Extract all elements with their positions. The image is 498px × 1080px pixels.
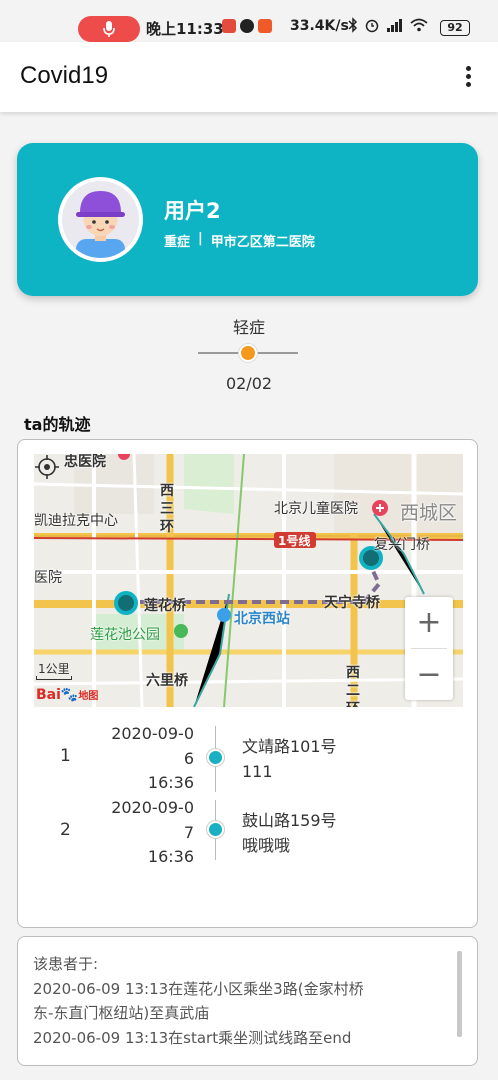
app-notification-icon [222, 19, 236, 33]
track-card: 忠医院 西三环 凯迪拉克中心 北京儿童医院 西城区 1号线 复兴门桥 医院 莲花… [17, 439, 478, 928]
avatar [58, 177, 143, 262]
map-label-lianhuaqiao: 莲花桥 [144, 598, 186, 614]
wifi-icon [410, 18, 428, 32]
map-label-west3ring: 西三环 [160, 483, 174, 535]
microphone-icon [103, 21, 115, 37]
app-title: Covid19 [20, 62, 109, 89]
qq-icon [240, 19, 254, 33]
map-label-hospital-left: 医院 [34, 570, 62, 586]
microphone-recording-indicator[interactable] [78, 16, 140, 42]
description-scrollbar[interactable] [457, 951, 462, 1037]
severity-label: 轻症 [232, 318, 265, 337]
app-bar: Covid19 [0, 42, 498, 112]
map-label-liuliqiao: 六里桥 [146, 673, 188, 689]
hospital-label: 甲市乙区第二医院 [210, 235, 315, 250]
patient-description-card[interactable]: 该患者于: 2020-06-09 13:13在莲花小区乘坐3路(金家村桥 东-东… [17, 936, 478, 1066]
status-notification-icons [222, 19, 272, 33]
signal-icon [387, 19, 402, 32]
video-app-icon [258, 19, 272, 33]
timeline-item[interactable]: 1 2020-09-0 6 16:36 文靖路101号 111 [34, 722, 464, 792]
overflow-menu-icon[interactable] [460, 66, 476, 90]
status-system-icons [348, 17, 428, 33]
map-label-xicheng: 西城区 [400, 502, 458, 524]
user-name: 用户2 [164, 199, 221, 223]
map-label-lianhuachi-park: 莲花池公园 [90, 627, 160, 643]
description-line: 该患者于: [33, 955, 99, 973]
map-label-fuxingmen: 复兴门桥 [374, 537, 430, 553]
map-scale-label: 1公里 [38, 662, 70, 676]
zoom-out-button[interactable]: − [405, 649, 453, 700]
severity-slider-thumb[interactable] [239, 344, 257, 362]
map-label-hospital-top: 忠医院 [64, 454, 106, 470]
timeline-place: 文靖路101号 111 [242, 737, 337, 781]
timeline-dot [207, 749, 224, 766]
timeline-index: 1 [60, 746, 71, 766]
timeline-time: 2020-09-0 6 16:36 [111, 724, 194, 792]
page-counter: 02/02 [225, 374, 273, 393]
map-view[interactable]: 忠医院 西三环 凯迪拉克中心 北京儿童医院 西城区 1号线 复兴门桥 医院 莲花… [34, 454, 463, 707]
locate-me-icon[interactable] [34, 454, 60, 480]
map-label-line1: 1号线 [278, 534, 311, 548]
timeline-time: 2020-09-0 7 16:36 [111, 798, 194, 866]
battery-indicator: 92 [440, 20, 470, 36]
network-speed: 33.4K/s [290, 18, 349, 34]
timeline-item[interactable]: 2 2020-09-0 7 16:36 鼓山路159号 哦哦哦 [34, 796, 464, 866]
description-line: 2020-06-09 13:13在start乘坐测试线路至end [33, 1028, 352, 1047]
zoom-in-button[interactable]: + [405, 597, 453, 648]
map-label-childrens-hospital: 北京儿童医院 [274, 501, 358, 517]
meta-separator: | [198, 231, 203, 246]
timeline-place: 鼓山路159号 哦哦哦 [242, 811, 337, 855]
description-line: 2020-06-09 13:13在莲花小区乘坐3路(金家村桥 [33, 979, 364, 998]
baidu-brand-text: Bai [36, 687, 61, 703]
baidu-map-logo: Bai🐾地图 [36, 687, 99, 703]
status-time: 晚上11:33 [146, 20, 224, 38]
condition-label: 重症 [164, 235, 191, 250]
alarm-icon [365, 19, 379, 33]
map-label-beijing-west-station: 北京西站 [234, 611, 290, 627]
patient-description: 该患者于: 2020-06-09 13:13在莲花小区乘坐3路(金家村桥 东-东… [33, 952, 453, 1050]
timeline-dot [207, 821, 224, 838]
user-meta: 重症 | 甲市乙区第二医院 [164, 231, 315, 250]
map-roads [34, 454, 463, 707]
description-line: 东-东直门枢纽站)至真武庙 [33, 1004, 210, 1022]
map-zoom-controls: + − [405, 597, 453, 700]
user-avatar-illustration-icon [76, 191, 125, 258]
map-scale-bar [36, 676, 72, 680]
bluetooth-icon [348, 17, 358, 33]
map-label-west2ring: 西二环 [346, 665, 360, 707]
track-section-title: ta的轨迹 [24, 415, 91, 434]
map-label-tianningsi: 天宁寺桥 [324, 595, 380, 611]
user-card[interactable]: 用户2 重症 | 甲市乙区第二医院 [17, 143, 478, 296]
baidu-brand-tail: 地图 [78, 691, 99, 702]
timeline-index: 2 [60, 820, 71, 840]
status-bar: 晚上11:33 33.4K/s 92 [0, 0, 498, 42]
map-label-kaidi: 凯迪拉克中心 [34, 513, 118, 529]
